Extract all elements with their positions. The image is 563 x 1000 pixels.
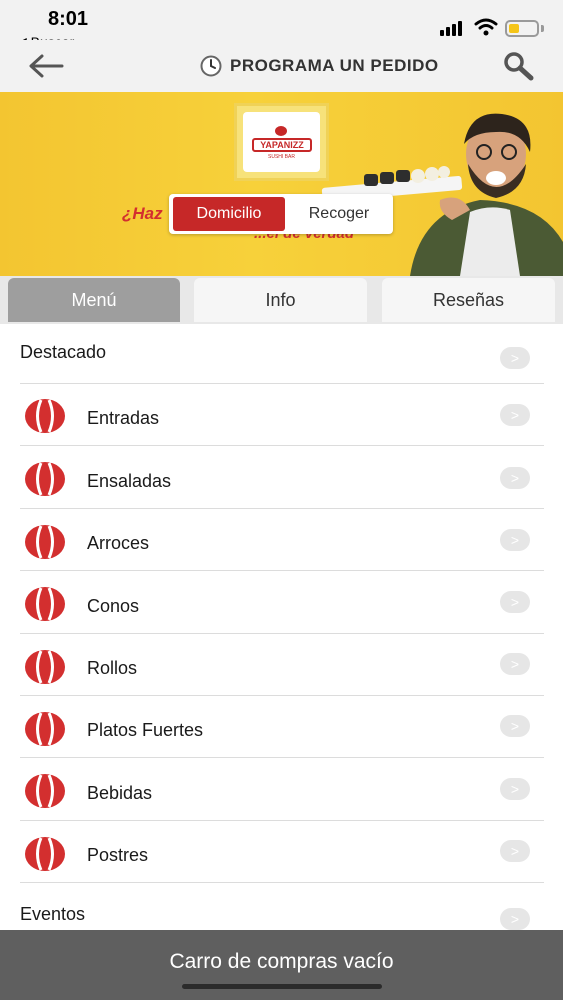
- tab-info[interactable]: Info: [194, 278, 367, 322]
- banner-slogan-line1: ¿Haz: [122, 204, 163, 223]
- list-item-destacado[interactable]: Destacado >: [20, 324, 544, 384]
- promo-banner: YAPANIZZ SUSHI BAR ¿Haz ...el de verdad …: [0, 92, 563, 276]
- search-icon[interactable]: [500, 50, 536, 82]
- delivery-option-button[interactable]: Domicilio: [173, 197, 285, 231]
- wifi-icon: [474, 18, 498, 36]
- list-item-bebidas[interactable]: Bebidas >: [20, 758, 544, 821]
- list-item-label: Destacado: [20, 342, 107, 362]
- list-item-label: Rollos: [87, 658, 138, 678]
- app-header: PROGRAMA UN PEDIDO: [0, 40, 563, 92]
- chevron-right-icon: >: [500, 347, 530, 369]
- restaurant-logo: YAPANIZZ SUSHI BAR: [234, 103, 329, 181]
- list-item-label: Arroces: [87, 533, 150, 553]
- chevron-right-icon: >: [500, 908, 530, 930]
- list-item-label: Postres: [87, 845, 149, 865]
- pickup-option-button[interactable]: Recoger: [289, 197, 389, 231]
- list-item-label: Ensaladas: [87, 471, 172, 491]
- delivery-mode-toggle: Domicilio Recoger: [169, 194, 393, 234]
- banner-photo: [321, 113, 563, 276]
- logo-text: YAPANIZZ: [252, 138, 312, 152]
- tab-reviews[interactable]: Reseñas: [382, 278, 555, 322]
- list-item-conos[interactable]: Conos >: [20, 571, 544, 634]
- list-item-postres[interactable]: Postres >: [20, 821, 544, 883]
- section-tabs: Menú Info Reseñas: [0, 276, 563, 324]
- category-icon: [25, 837, 65, 871]
- list-item-label: Eventos: [20, 904, 86, 924]
- page-title: PROGRAMA UN PEDIDO: [200, 54, 439, 78]
- list-item-label: Platos Fuertes: [87, 720, 204, 740]
- logo-subtext: SUSHI BAR: [268, 154, 295, 160]
- list-item-label: Entradas: [87, 408, 160, 428]
- signal-icon: [440, 20, 468, 36]
- list-item-entradas[interactable]: Entradas >: [20, 384, 544, 446]
- list-item-label: Bebidas: [87, 783, 153, 803]
- chevron-right-icon: >: [500, 467, 530, 489]
- category-icon: [25, 650, 65, 684]
- chevron-right-icon: >: [500, 778, 530, 800]
- chevron-right-icon: >: [500, 591, 530, 613]
- category-icon: [25, 525, 65, 559]
- back-arrow-icon[interactable]: [26, 52, 66, 80]
- list-item-rollos[interactable]: Rollos >: [20, 634, 544, 696]
- chevron-right-icon: >: [500, 715, 530, 737]
- tab-menu[interactable]: Menú: [8, 278, 180, 322]
- list-item-platos-fuertes[interactable]: Platos Fuertes >: [20, 696, 544, 758]
- category-icon: [25, 587, 65, 621]
- chevron-right-icon: >: [500, 529, 530, 551]
- clock-icon: [200, 55, 222, 77]
- cart-status-label: Carro de compras vacío: [169, 950, 394, 973]
- category-icon: [25, 712, 65, 746]
- list-item-label: Conos: [87, 596, 140, 616]
- battery-icon: [505, 20, 539, 37]
- chevron-right-icon: >: [500, 404, 530, 426]
- chevron-right-icon: >: [500, 653, 530, 675]
- category-icon: [25, 462, 65, 496]
- chevron-right-icon: >: [500, 840, 530, 862]
- category-icon: [25, 774, 65, 808]
- status-time: 8:01: [48, 8, 89, 30]
- category-icon: [25, 399, 65, 433]
- battery-tip: [541, 25, 544, 32]
- page-title-text: PROGRAMA UN PEDIDO: [230, 56, 439, 75]
- cart-bar[interactable]: Carro de compras vacío: [0, 930, 563, 1000]
- home-indicator: [182, 984, 382, 989]
- list-item-arroces[interactable]: Arroces >: [20, 509, 544, 571]
- list-item-ensaladas[interactable]: Ensaladas >: [20, 446, 544, 509]
